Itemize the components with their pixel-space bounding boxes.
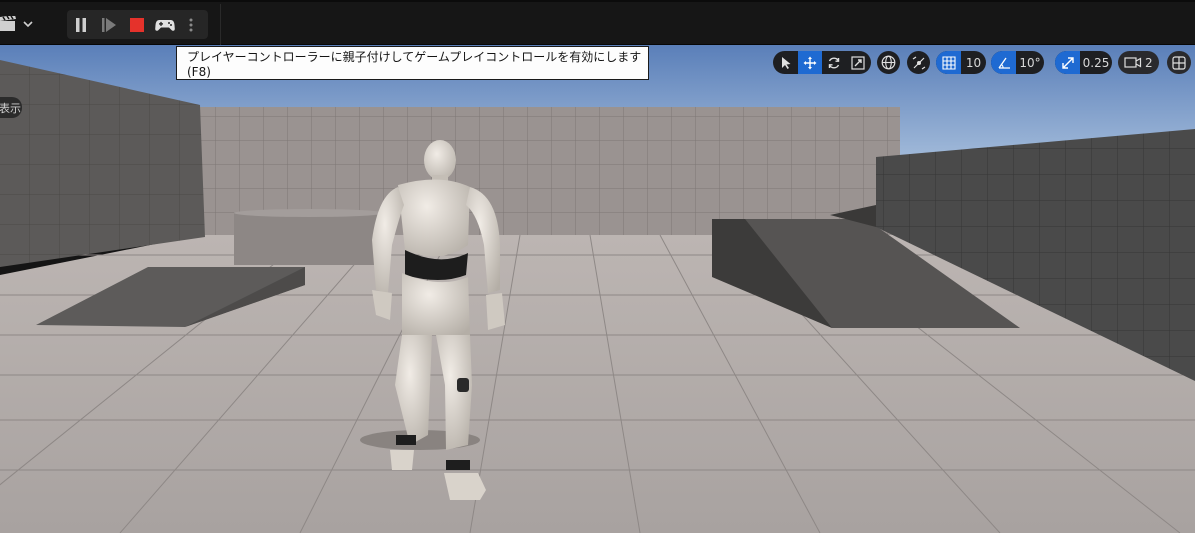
rotate-icon — [828, 57, 840, 68]
display-label: 表示 — [0, 101, 21, 115]
transform-tools-group — [773, 51, 871, 74]
scale-snap-group: 0.25 — [1055, 51, 1112, 74]
play-controls-group — [67, 10, 208, 39]
viewport-layout-button[interactable] — [1167, 51, 1191, 74]
step-frame-button[interactable] — [95, 10, 123, 39]
rotate-mode-button[interactable] — [822, 51, 846, 74]
pause-button[interactable] — [67, 10, 95, 39]
level-viewport[interactable]: 表示 — [0, 45, 1195, 533]
move-arrows-icon — [803, 56, 817, 69]
coordinate-system-button[interactable] — [877, 51, 900, 74]
rotation-snap-group: 10° — [991, 51, 1044, 74]
scale-icon — [851, 55, 865, 70]
viewport-scene — [0, 45, 1195, 533]
select-arrow-icon — [782, 56, 791, 69]
surface-snap-icon — [912, 56, 925, 69]
possess-tooltip: プレイヤーコントローラーに親子付けしてゲームプレイコントロールを有効にします (… — [176, 46, 649, 80]
possess-eject-button[interactable] — [151, 10, 179, 39]
chevron-down-icon — [23, 21, 33, 28]
stop-icon — [130, 17, 144, 32]
camera-speed-value: 2 — [1145, 55, 1153, 70]
surface-snapping-button[interactable] — [907, 51, 930, 74]
globe-icon — [881, 55, 896, 70]
grid-snap-toggle[interactable] — [936, 51, 961, 74]
toolbar-separator — [220, 4, 221, 45]
scale-snap-icon — [1061, 56, 1074, 69]
gamepad-icon — [155, 19, 175, 31]
grid-icon — [941, 55, 956, 70]
play-options-button[interactable] — [179, 10, 203, 39]
grid-snap-group: 10 — [936, 51, 986, 74]
stop-button[interactable] — [123, 10, 151, 39]
scale-mode-button[interactable] — [846, 51, 870, 74]
grid-snap-value[interactable]: 10 — [961, 51, 986, 74]
translate-mode-button[interactable] — [798, 51, 822, 74]
camera-speed-button[interactable]: 2 — [1118, 51, 1159, 74]
select-mode-button[interactable] — [774, 51, 798, 74]
rotation-snap-value[interactable]: 10° — [1016, 51, 1044, 74]
level-editor-toolbar — [0, 0, 1195, 45]
rotation-snap-toggle[interactable] — [991, 51, 1016, 74]
scale-snap-toggle[interactable] — [1055, 51, 1080, 74]
viewport-display-menu[interactable]: 表示 — [0, 97, 22, 118]
tooltip-text: プレイヤーコントローラーに親子付けしてゲームプレイコントロールを有効にします (… — [187, 49, 642, 79]
layout-grid-icon — [1172, 55, 1186, 70]
pause-icon — [76, 17, 86, 32]
angle-icon — [997, 57, 1010, 69]
clapperboard-icon — [0, 16, 16, 31]
step-frame-icon — [102, 17, 116, 32]
more-options-icon — [189, 18, 193, 31]
camera-icon — [1124, 57, 1142, 68]
scale-snap-value[interactable]: 0.25 — [1080, 51, 1112, 74]
mode-dropdown-button[interactable] — [0, 12, 36, 36]
